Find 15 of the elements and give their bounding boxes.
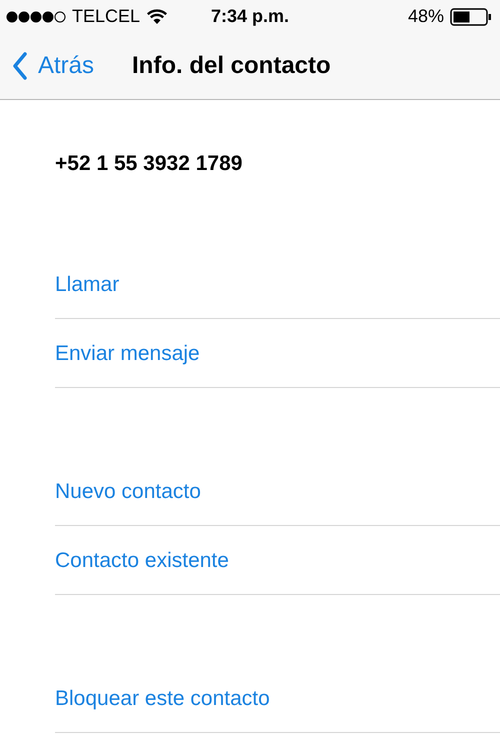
action-item[interactable]: Bloquear este contacto: [55, 664, 500, 733]
carrier-name: TELCEL: [72, 6, 140, 27]
action-item[interactable]: Nuevo contacto: [55, 457, 500, 526]
status-time: 7:34 p.m.: [210, 6, 290, 27]
action-item[interactable]: Enviar mensaje: [55, 319, 500, 388]
screen-title: Info. del contacto: [132, 52, 331, 80]
action-item[interactable]: Contacto existente: [55, 526, 500, 595]
battery-icon: [450, 8, 492, 26]
phone-number: +52 1 55 3932 1789: [55, 152, 242, 175]
wifi-icon: [146, 8, 168, 24]
back-button[interactable]: Atrás: [12, 52, 94, 80]
chevron-left-icon: [12, 52, 28, 80]
action-item[interactable]: Llamar: [55, 250, 500, 319]
signal-icon: [6, 10, 66, 22]
battery-percentage: 48%: [408, 6, 444, 27]
